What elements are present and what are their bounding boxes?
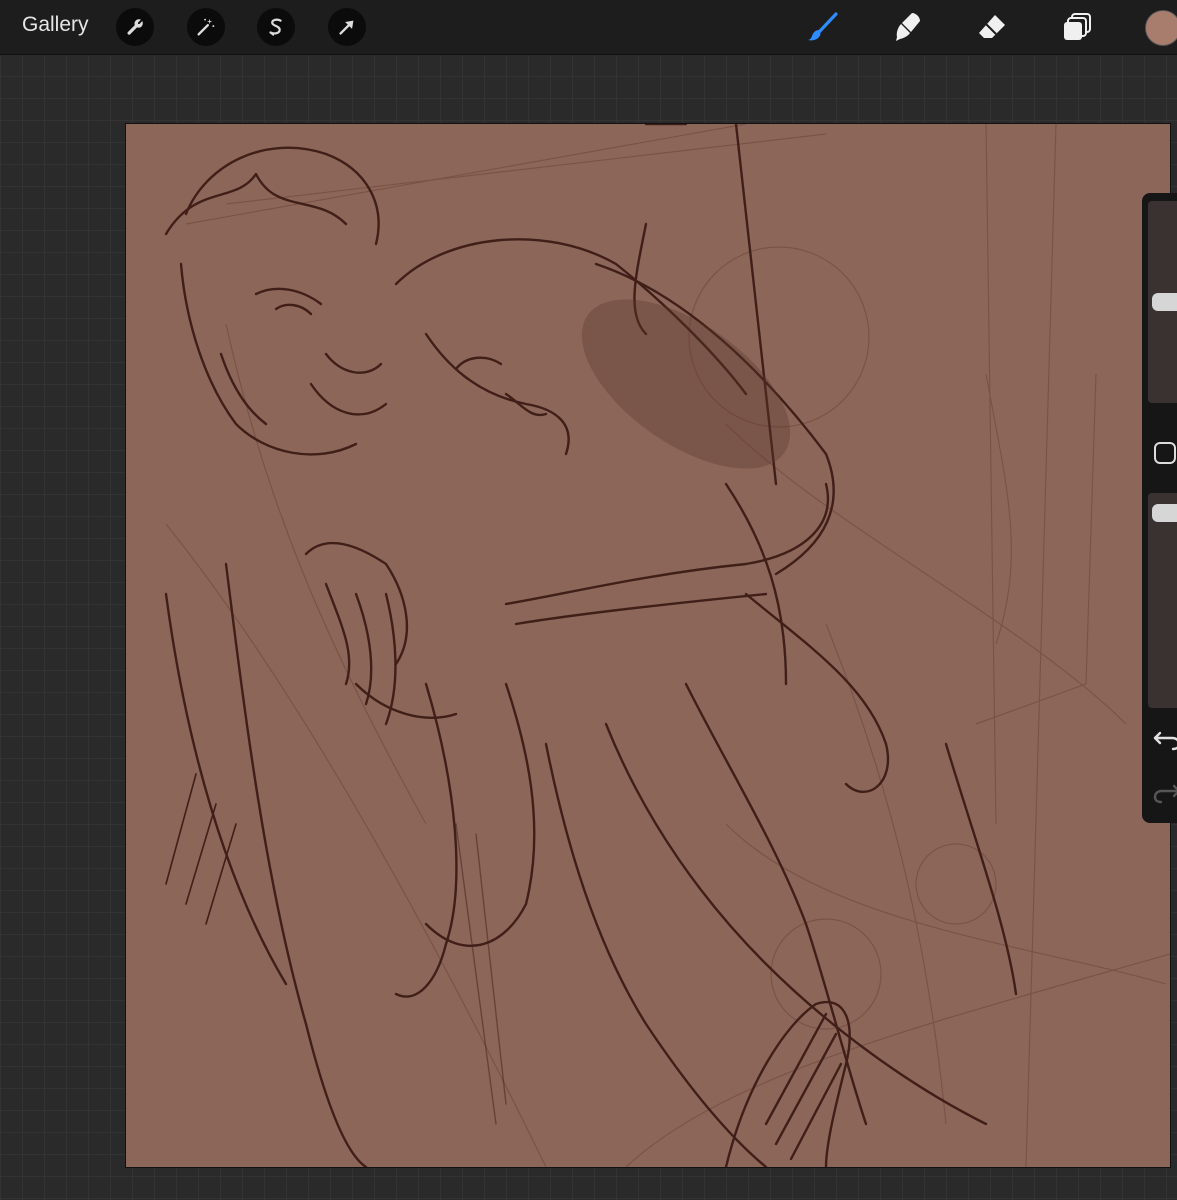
- redo-icon: [1153, 784, 1177, 804]
- redo-button[interactable]: [1152, 780, 1177, 804]
- brush-tool-button[interactable]: [802, 6, 844, 48]
- layers-button[interactable]: [1056, 6, 1098, 48]
- transform-button[interactable]: [328, 8, 366, 46]
- top-toolbar: Gallery: [0, 0, 1177, 55]
- brush-opacity-thumb[interactable]: [1152, 504, 1177, 522]
- undo-icon: [1153, 731, 1177, 751]
- brush-size-thumb[interactable]: [1152, 293, 1177, 311]
- selection-button[interactable]: [257, 8, 295, 46]
- gallery-button[interactable]: Gallery: [22, 13, 89, 37]
- drawing-canvas[interactable]: [125, 123, 1171, 1168]
- color-picker-button[interactable]: [1145, 10, 1177, 46]
- brush-icon: [808, 12, 838, 41]
- eraser-tool-button[interactable]: [971, 6, 1013, 48]
- brush-size-slider[interactable]: [1148, 201, 1177, 403]
- eraser-icon: [979, 15, 1005, 38]
- wrench-icon: [127, 19, 143, 35]
- undo-button[interactable]: [1152, 727, 1177, 751]
- modify-button[interactable]: [1154, 442, 1176, 464]
- brush-sidebar: [1142, 193, 1177, 823]
- magic-wand-icon: [197, 18, 215, 36]
- layers-icon: [1064, 13, 1091, 40]
- selection-s-icon: [269, 18, 282, 36]
- smudge-tool-button[interactable]: [886, 6, 928, 48]
- arrow-cursor-icon: [339, 20, 354, 35]
- sketch-artwork: [126, 124, 1170, 1167]
- adjustments-button[interactable]: [187, 8, 225, 46]
- smudge-icon: [896, 13, 920, 41]
- actions-button[interactable]: [116, 8, 154, 46]
- brush-opacity-slider[interactable]: [1148, 493, 1177, 708]
